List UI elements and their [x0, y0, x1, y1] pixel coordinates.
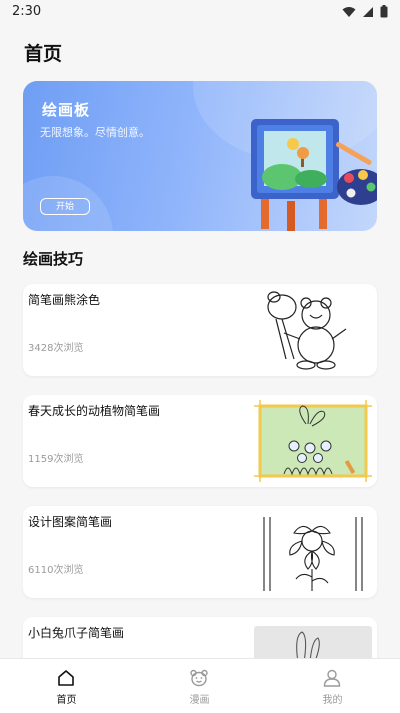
- nav-label-profile: 我的: [322, 695, 343, 706]
- nav-label-comics: 漫画: [189, 695, 210, 706]
- nav-item-home[interactable]: 首页: [0, 659, 133, 713]
- card-view-count: 1159次浏览: [28, 454, 84, 465]
- easel-palette-illustration: [251, 119, 377, 231]
- start-button[interactable]: 开始: [40, 198, 90, 215]
- card-view-count: 3428次浏览: [28, 343, 84, 354]
- banner-title: 绘画板: [42, 101, 91, 119]
- bottom-navigation: 首页 漫画 我的: [0, 658, 400, 713]
- drawing-board-banner[interactable]: 绘画板 无限想象。尽情创意。 开始: [23, 81, 377, 231]
- status-bar: 2:30: [0, 0, 400, 24]
- bear-drawing-thumbnail: [267, 291, 347, 370]
- banner-subtitle: 无限想象。尽情创意。: [40, 126, 150, 139]
- section-title: 绘画技巧: [23, 250, 84, 268]
- nav-label-home: 首页: [56, 695, 77, 706]
- wifi-icon: [342, 6, 356, 17]
- tutorial-card[interactable]: 春天成长的动植物简笔画 1159次浏览: [23, 395, 377, 487]
- tutorial-card[interactable]: 设计图案简笔画 6110次浏览: [23, 506, 377, 598]
- status-icons: [342, 5, 388, 18]
- battery-icon: [380, 5, 388, 18]
- nav-item-comics[interactable]: 漫画: [133, 659, 266, 713]
- home-icon: [58, 670, 74, 686]
- card-title: 春天成长的动植物简笔画: [28, 404, 161, 418]
- spring-garden-thumbnail: [254, 400, 372, 482]
- page-title: 首页: [24, 43, 63, 65]
- tutorial-card[interactable]: 简笔画熊涂色 3428次浏览: [23, 284, 377, 376]
- card-title: 小白兔爪子简笔画: [28, 626, 125, 640]
- user-icon: [323, 669, 341, 687]
- flower-pattern-thumbnail: [263, 517, 363, 591]
- status-time: 2:30: [12, 4, 42, 19]
- nav-item-profile[interactable]: 我的: [266, 659, 399, 713]
- bear-icon: [190, 669, 208, 687]
- card-title: 设计图案简笔画: [28, 515, 113, 529]
- card-title: 简笔画熊涂色: [28, 293, 101, 307]
- card-view-count: 6110次浏览: [28, 565, 84, 576]
- signal-icon: [363, 6, 373, 17]
